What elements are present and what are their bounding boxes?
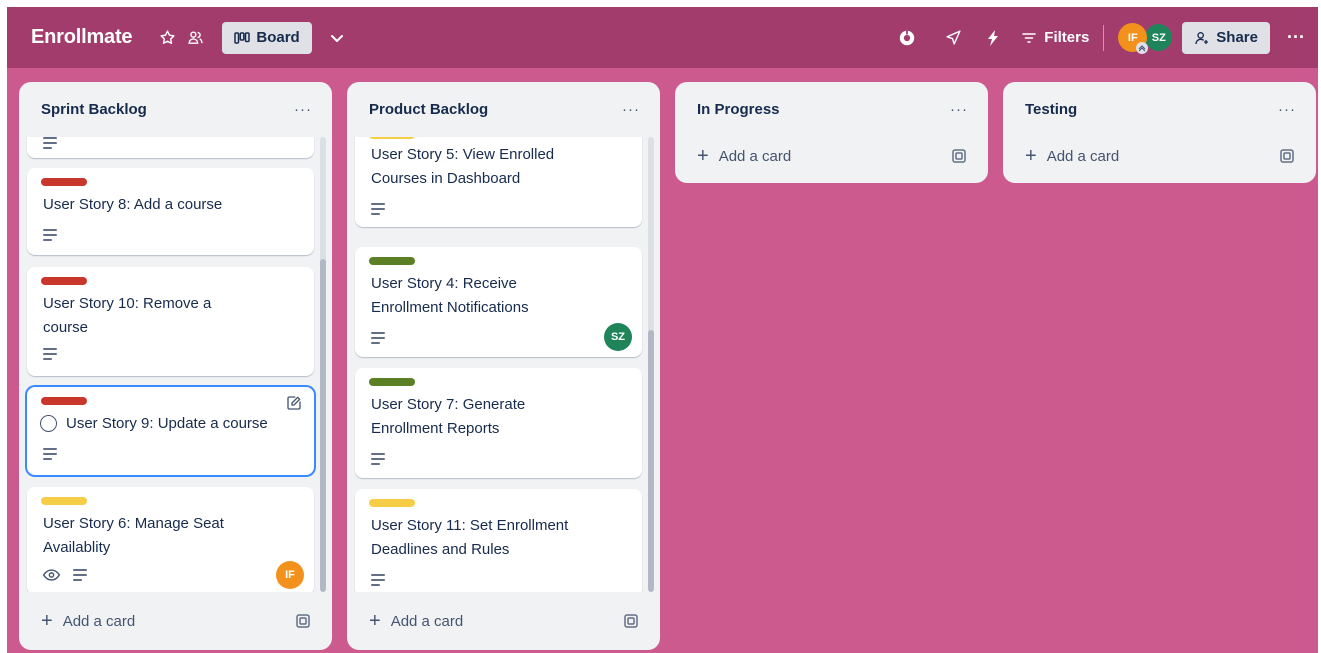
card-member-avatar[interactable]: IF xyxy=(276,561,304,589)
add-card-button[interactable]: + Add a card xyxy=(697,146,791,166)
list-menu-icon[interactable]: ··· xyxy=(294,101,312,118)
list-title[interactable]: Testing xyxy=(1025,101,1077,118)
card-title: User Story 5: View Enrolled Courses in D… xyxy=(371,146,555,187)
card-label[interactable] xyxy=(41,178,87,186)
card-template-icon[interactable] xyxy=(952,149,966,163)
avatar[interactable]: IF xyxy=(1118,23,1149,54)
add-card-label: Add a card xyxy=(62,612,136,630)
scrollbar-thumb[interactable] xyxy=(320,259,326,592)
edit-icon[interactable] xyxy=(286,395,302,411)
card[interactable]: User Story 11: Set Enrollment Deadlines … xyxy=(355,489,642,592)
card-label[interactable] xyxy=(369,137,415,139)
board-view-button[interactable]: Board xyxy=(222,21,312,54)
card[interactable] xyxy=(27,137,314,158)
filter-icon xyxy=(1022,32,1037,44)
board-view-label: Board xyxy=(256,29,300,46)
list-title[interactable]: Sprint Backlog xyxy=(41,101,147,118)
more-menu-icon[interactable]: ··· xyxy=(1280,22,1312,54)
app-frame: Enrollmate Board Filters IF SZ Share ···… xyxy=(7,7,1318,653)
list-menu-icon[interactable]: ··· xyxy=(622,101,640,118)
automation-icon[interactable] xyxy=(942,27,964,49)
board-view-icon xyxy=(234,31,251,44)
description-icon xyxy=(43,448,57,460)
card-title: User Story 9: Update a course xyxy=(66,415,268,432)
description-icon xyxy=(371,332,385,344)
card[interactable]: User Story 5: View Enrolled Courses in D… xyxy=(355,137,642,227)
list-sprint-backlog: Sprint Backlog ··· User Story 8: Add a c… xyxy=(19,82,332,650)
lightning-icon[interactable] xyxy=(982,27,1004,49)
card[interactable]: User Story 7: Generate Enrollment Report… xyxy=(355,368,642,478)
card-title: User Story 11: Set Enrollment Deadlines … xyxy=(371,517,569,558)
card-title: User Story 8: Add a course xyxy=(43,196,223,213)
description-icon xyxy=(43,348,57,360)
card-title: User Story 7: Generate Enrollment Report… xyxy=(371,396,526,437)
add-card-label: Add a card xyxy=(390,612,464,630)
plus-icon: + xyxy=(41,610,53,632)
card[interactable]: User Story 10: Remove a course xyxy=(27,267,314,376)
board-header: Enrollmate Board Filters IF SZ Share ··· xyxy=(7,7,1318,68)
card-label[interactable] xyxy=(369,257,415,265)
add-card-button[interactable]: + Add a card xyxy=(369,611,463,631)
card-template-icon[interactable] xyxy=(624,614,638,628)
plus-icon: + xyxy=(369,610,381,632)
card-label[interactable] xyxy=(369,378,415,386)
filters-button[interactable]: Filters xyxy=(1022,29,1089,46)
description-icon xyxy=(73,569,87,581)
description-icon xyxy=(371,203,385,215)
plus-icon: + xyxy=(697,145,709,167)
filters-label: Filters xyxy=(1044,29,1090,46)
list-cards: User Story 8: Add a course User Story 10… xyxy=(19,137,332,592)
scrollbar-thumb[interactable] xyxy=(648,330,654,592)
list-title[interactable]: Product Backlog xyxy=(369,101,488,118)
description-icon xyxy=(43,137,57,149)
card-label[interactable] xyxy=(41,497,87,505)
star-icon[interactable] xyxy=(156,27,178,49)
card-title: User Story 4: Receive Enrollment Notific… xyxy=(371,275,529,316)
add-card-label: Add a card xyxy=(718,147,792,165)
card-title: User Story 6: Manage Seat Availablity xyxy=(43,515,224,556)
members-visibility-icon[interactable] xyxy=(184,27,206,49)
chevron-down-icon[interactable] xyxy=(326,27,348,49)
list-cards: User Story 5: View Enrolled Courses in D… xyxy=(347,137,660,592)
description-icon xyxy=(43,229,57,241)
power-ups-icon[interactable] xyxy=(896,27,918,49)
list-in-progress: In Progress ··· + Add a card xyxy=(675,82,988,183)
card[interactable]: User Story 8: Add a course xyxy=(27,168,314,255)
card[interactable]: User Story 4: Receive Enrollment Notific… xyxy=(355,247,642,357)
card-label[interactable] xyxy=(369,499,415,507)
list-menu-icon[interactable]: ··· xyxy=(1278,101,1296,118)
add-card-button[interactable]: + Add a card xyxy=(1025,146,1119,166)
share-label: Share xyxy=(1216,29,1258,46)
list-testing: Testing ··· + Add a card xyxy=(1003,82,1316,183)
card-member-avatar[interactable]: SZ xyxy=(604,323,632,351)
card-label[interactable] xyxy=(41,397,87,405)
card[interactable]: User Story 6: Manage Seat Availablity IF xyxy=(27,487,314,592)
complete-checkbox-icon[interactable] xyxy=(40,415,57,432)
add-member-icon xyxy=(1194,30,1210,46)
card[interactable]: User Story 9: Update a course xyxy=(27,387,314,475)
card-title: User Story 10: Remove a course xyxy=(43,295,212,336)
list-title[interactable]: In Progress xyxy=(697,101,780,118)
description-icon xyxy=(371,574,385,586)
header-divider xyxy=(1103,24,1105,51)
card-label[interactable] xyxy=(41,277,87,285)
admin-icon xyxy=(1136,42,1149,54)
plus-icon: + xyxy=(1025,145,1037,167)
description-icon xyxy=(371,453,385,465)
card-template-icon[interactable] xyxy=(296,614,310,628)
list-product-backlog: Product Backlog ··· User Story 5: View E… xyxy=(347,82,660,650)
board-title[interactable]: Enrollmate xyxy=(31,26,133,49)
add-card-button[interactable]: + Add a card xyxy=(41,611,135,631)
add-card-label: Add a card xyxy=(1046,147,1120,165)
watch-icon xyxy=(43,569,60,581)
list-menu-icon[interactable]: ··· xyxy=(950,101,968,118)
card-template-icon[interactable] xyxy=(1280,149,1294,163)
share-button[interactable]: Share xyxy=(1182,21,1270,54)
